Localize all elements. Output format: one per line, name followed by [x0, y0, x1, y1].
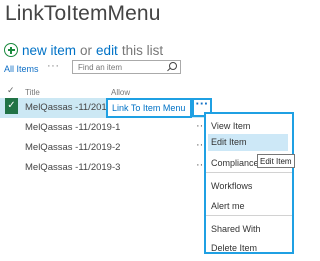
menu-item-delete[interactable]: Delete Item	[211, 243, 257, 253]
title-cell[interactable]: MelQassas -11/2019-2	[25, 142, 120, 153]
column-header-title[interactable]: Title	[25, 88, 40, 97]
edit-list-link[interactable]: edit	[96, 43, 118, 58]
tooltip: Edit Item	[257, 154, 295, 168]
new-item-link[interactable]: new item	[22, 43, 76, 58]
item-context-menu: View Item Edit Item Compliance D Workflo…	[204, 112, 294, 254]
search-input[interactable]	[72, 60, 181, 74]
title-cell[interactable]: MelQassas -11/2019-1	[25, 122, 120, 133]
table-row[interactable]: MelQassas -11/2019-2 ···	[0, 138, 207, 158]
title-cell[interactable]: MelQassas -11/2019-3	[25, 162, 120, 173]
menu-item-alert[interactable]: Alert me	[211, 201, 245, 211]
new-item-bar: new item or edit this list	[4, 41, 163, 59]
table-row[interactable]: MelQassas -11/2019-1 ···	[0, 118, 207, 138]
page-title: LinkToItemMenu	[5, 2, 161, 25]
menu-item-workflows[interactable]: Workflows	[211, 181, 252, 191]
menu-item-shared[interactable]: Shared With	[211, 224, 261, 234]
add-circle-icon[interactable]	[4, 43, 18, 57]
search-icon[interactable]	[169, 62, 177, 70]
row-selected-check[interactable]: ✓	[5, 98, 18, 114]
link-to-item-menu[interactable]: Link To Item Menu	[106, 98, 192, 118]
table-row[interactable]: MelQassas -11/2019-3 ···	[0, 158, 207, 178]
or-text: or	[80, 42, 93, 58]
select-all-check[interactable]: ✓	[7, 85, 15, 96]
menu-divider	[206, 215, 292, 216]
view-all-items[interactable]: All Items	[4, 64, 39, 74]
column-header-allow[interactable]: Allow	[111, 88, 130, 97]
view-more-button[interactable]: ···	[47, 60, 60, 72]
menu-divider	[206, 172, 292, 173]
menu-item-view[interactable]: View Item	[211, 121, 250, 131]
menu-item-edit[interactable]: Edit Item	[208, 134, 288, 151]
this-list-text: this list	[121, 42, 164, 58]
